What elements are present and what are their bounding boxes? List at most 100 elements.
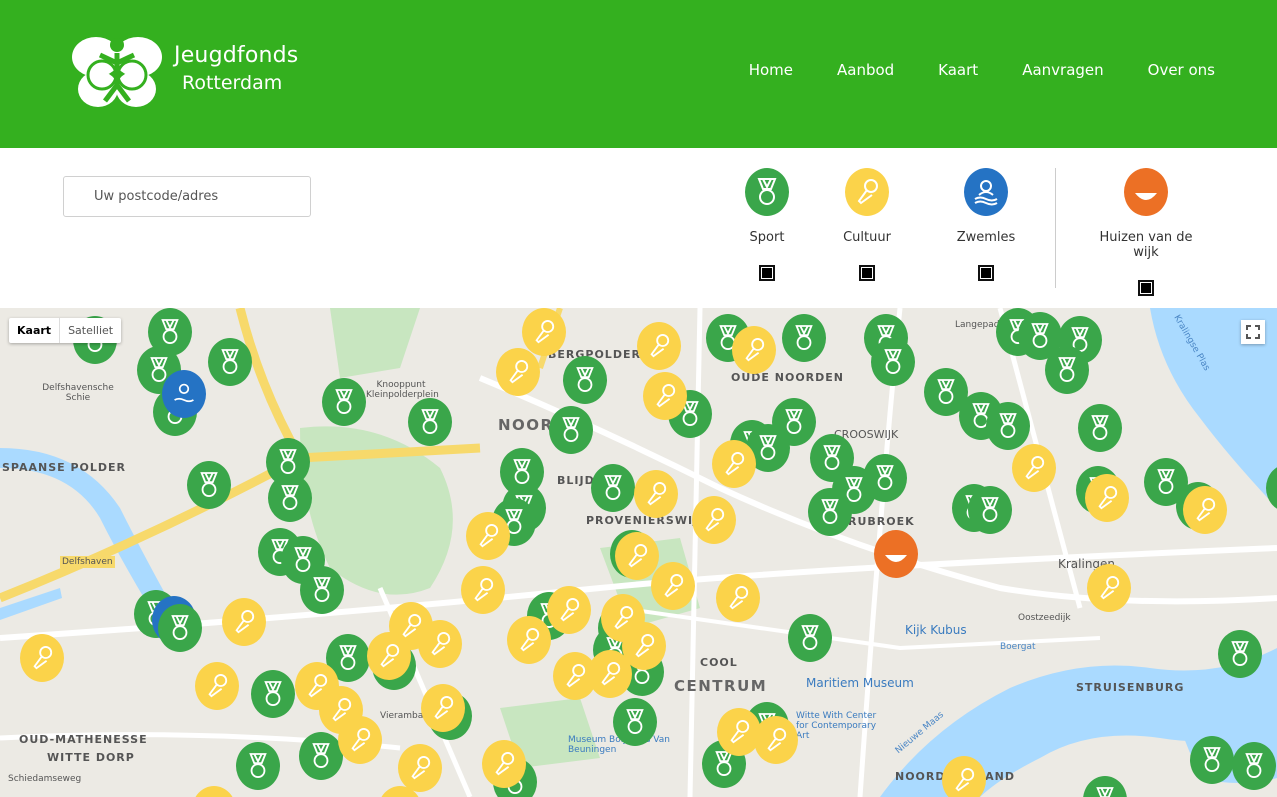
microphone-icon — [647, 332, 671, 360]
cultuur-checkbox[interactable] — [859, 265, 875, 281]
sport-marker[interactable] — [268, 474, 312, 522]
nav-aanbod[interactable]: Aanbod — [837, 61, 894, 79]
search-input[interactable] — [63, 176, 311, 217]
sport-marker[interactable] — [808, 488, 852, 536]
cultuur-marker[interactable] — [398, 744, 442, 792]
nav-kaart[interactable]: Kaart — [938, 61, 978, 79]
cultuur-marker[interactable] — [418, 620, 462, 668]
filter-huizen-van-de-wijk[interactable]: Huizen van de wijk — [1086, 168, 1206, 296]
cultuur-marker[interactable] — [692, 496, 736, 544]
cultuur-marker[interactable] — [20, 634, 64, 682]
sport-marker[interactable] — [1078, 404, 1122, 452]
cultuur-marker[interactable] — [367, 632, 411, 680]
nav-aanvragen[interactable]: Aanvragen — [1022, 61, 1103, 79]
sport-marker[interactable] — [1045, 346, 1089, 394]
filter-sport[interactable]: Sport — [717, 168, 817, 281]
map-label: Knooppunt Kleinpolderplein — [366, 380, 439, 400]
zwemles-marker[interactable] — [162, 370, 206, 418]
cultuur-marker[interactable] — [732, 326, 776, 374]
sport-marker[interactable] — [322, 378, 366, 426]
cultuur-marker[interactable] — [1085, 474, 1129, 522]
sport-marker[interactable] — [782, 314, 826, 362]
cultuur-marker[interactable] — [482, 740, 526, 788]
cultuur-marker[interactable] — [522, 308, 566, 356]
cultuur-marker[interactable] — [222, 598, 266, 646]
fullscreen-icon — [1246, 325, 1260, 339]
cultuur-marker[interactable] — [754, 716, 798, 764]
cultuur-marker[interactable] — [195, 662, 239, 710]
microphone-icon — [205, 672, 229, 700]
sport-marker[interactable] — [863, 454, 907, 502]
cultuur-marker[interactable] — [651, 562, 695, 610]
medal-icon — [559, 416, 583, 444]
cultuur-marker[interactable] — [634, 470, 678, 518]
sport-marker[interactable] — [1232, 742, 1276, 790]
cultuur-marker[interactable] — [588, 650, 632, 698]
jeugdfonds-logo[interactable]: Jeugdfonds Rotterdam — [70, 33, 310, 111]
sport-marker[interactable] — [871, 338, 915, 386]
sport-marker[interactable] — [986, 402, 1030, 450]
cultuur-marker[interactable] — [712, 440, 756, 488]
sport-marker[interactable] — [208, 338, 252, 386]
map-type-toggle: Kaart Satelliet — [9, 318, 122, 343]
medal-icon — [510, 458, 534, 486]
map-label: Delfshavensche Schie — [42, 383, 114, 403]
cultuur-marker[interactable] — [466, 512, 510, 560]
fullscreen-button[interactable] — [1241, 320, 1265, 344]
cultuur-marker[interactable] — [942, 756, 986, 797]
microphone-icon — [764, 726, 788, 754]
filter-label: Zwemles — [956, 230, 1016, 245]
cultuur-marker[interactable] — [496, 348, 540, 396]
cultuur-marker[interactable] — [643, 372, 687, 420]
microphone-icon — [727, 718, 751, 746]
logo-subtitle: Rotterdam — [182, 72, 283, 94]
map-label: CENTRUM — [674, 677, 768, 695]
map-label: COOL — [700, 656, 738, 669]
medal-icon — [623, 708, 647, 736]
map-type-satelliet[interactable]: Satelliet — [59, 318, 121, 343]
map[interactable]: Kaart Satelliet SPAANSE POLDER BERGPOLDE… — [0, 308, 1277, 797]
sport-marker[interactable] — [408, 398, 452, 446]
sport-marker[interactable] — [300, 566, 344, 614]
microphone-icon — [653, 382, 677, 410]
cultuur-marker[interactable] — [716, 574, 760, 622]
cultuur-marker[interactable] — [421, 684, 465, 732]
map-label: WITTE DORP — [47, 751, 135, 764]
sport-marker[interactable] — [549, 406, 593, 454]
zwemles-checkbox[interactable] — [978, 265, 994, 281]
sport-marker[interactable] — [613, 698, 657, 746]
sport-marker[interactable] — [1190, 736, 1234, 784]
nav-over-ons[interactable]: Over ons — [1148, 61, 1215, 79]
map-type-kaart[interactable]: Kaart — [9, 318, 59, 343]
sport-marker[interactable] — [299, 732, 343, 780]
sport-marker[interactable] — [187, 461, 231, 509]
sport-marker[interactable] — [1218, 630, 1262, 678]
sport-marker[interactable] — [788, 614, 832, 662]
medal-icon — [873, 464, 897, 492]
cultuur-marker[interactable] — [1183, 486, 1227, 534]
sport-marker[interactable] — [236, 742, 280, 790]
sport-marker[interactable] — [968, 486, 1012, 534]
cultuur-marker[interactable] — [507, 616, 551, 664]
sport-checkbox[interactable] — [759, 265, 775, 281]
sport-marker[interactable] — [563, 356, 607, 404]
microphone-icon — [1095, 484, 1119, 512]
cultuur-marker[interactable] — [1087, 564, 1131, 612]
sport-marker[interactable] — [591, 464, 635, 512]
huizen-marker[interactable] — [874, 530, 918, 578]
cultuur-marker[interactable] — [338, 716, 382, 764]
huizen-checkbox[interactable] — [1138, 280, 1154, 296]
microphone-icon — [557, 596, 581, 624]
filter-zwemles[interactable]: Zwemles — [936, 168, 1036, 281]
sport-marker[interactable] — [158, 604, 202, 652]
sport-marker[interactable] — [251, 670, 295, 718]
cultuur-marker[interactable] — [637, 322, 681, 370]
filter-label: Sport — [749, 230, 785, 245]
cultuur-marker[interactable] — [547, 586, 591, 634]
filter-cultuur[interactable]: Cultuur — [817, 168, 917, 281]
cultuur-marker[interactable] — [461, 566, 505, 614]
cultuur-marker[interactable] — [615, 532, 659, 580]
nav-home[interactable]: Home — [749, 61, 793, 79]
cultuur-marker[interactable] — [1012, 444, 1056, 492]
microphone-icon — [532, 318, 556, 346]
